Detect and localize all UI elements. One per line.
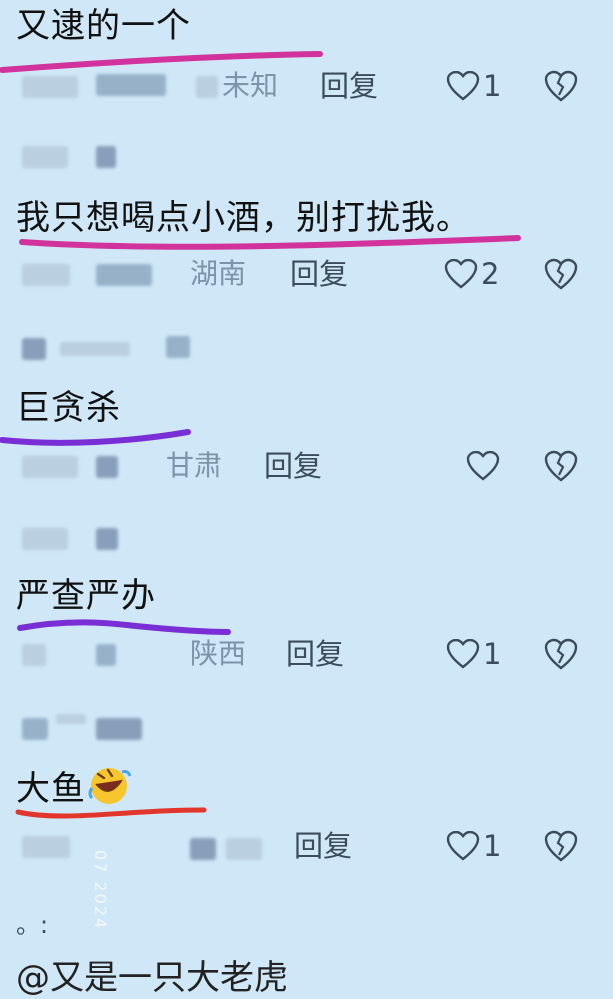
comment-text: 巨贪杀	[16, 388, 121, 428]
next-comment-text: @又是一只大老虎	[16, 958, 288, 998]
blurred-subline	[96, 146, 116, 168]
blurred-username	[22, 76, 78, 98]
reply-button[interactable]: 回复	[264, 446, 322, 486]
blurred-username	[196, 76, 218, 98]
like-button[interactable]: 1	[446, 826, 501, 866]
heart-icon	[446, 831, 480, 861]
blurred-username	[22, 644, 46, 666]
blurred-username	[226, 838, 262, 860]
blurred-username	[96, 644, 116, 666]
blurred-username	[96, 74, 166, 96]
blurred-subline	[96, 718, 142, 740]
footer-dots: 。:	[16, 911, 49, 939]
reply-button[interactable]: 回复	[294, 826, 352, 866]
like-count: 1	[483, 829, 502, 863]
like-count: 1	[483, 637, 502, 671]
blurred-username	[190, 838, 216, 860]
blurred-username	[96, 264, 152, 286]
region-label: 陕西	[190, 637, 247, 670]
region-label: 甘肃	[166, 449, 223, 482]
like-button[interactable]: 1	[446, 634, 501, 674]
blurred-subline	[22, 338, 46, 360]
like-button[interactable]: 1	[446, 66, 501, 106]
broken-heart-icon[interactable]	[544, 637, 578, 671]
heart-icon	[444, 259, 478, 289]
blurred-subline	[60, 342, 130, 356]
heart-icon	[466, 451, 500, 481]
blurred-subline	[22, 718, 48, 740]
heart-icon	[446, 71, 480, 101]
comment-text: 又逮的一个	[16, 6, 191, 46]
broken-heart-icon[interactable]	[544, 449, 578, 483]
like-count: 2	[481, 257, 500, 291]
blurred-subline	[22, 146, 68, 168]
blurred-username	[22, 264, 70, 286]
broken-heart-icon[interactable]	[544, 257, 578, 291]
reply-button[interactable]: 回复	[286, 634, 344, 674]
region-label: 湖南	[190, 257, 247, 290]
blurred-subline	[22, 528, 68, 550]
like-button[interactable]	[466, 446, 503, 486]
blurred-username	[96, 456, 118, 478]
watermark: 07 2024	[91, 850, 110, 931]
blurred-subline	[166, 336, 190, 358]
blurred-username	[22, 456, 78, 478]
region-label: 未知	[222, 69, 279, 102]
highlight-stroke	[15, 807, 207, 819]
blurred-username	[22, 836, 70, 858]
blurred-subline	[96, 528, 118, 550]
reply-button[interactable]: 回复	[290, 254, 348, 294]
comment-text: 严查严办	[16, 576, 156, 616]
blurred-subline	[56, 714, 86, 724]
heart-icon	[446, 639, 480, 669]
broken-heart-icon[interactable]	[544, 829, 578, 863]
reply-button[interactable]: 回复	[320, 66, 378, 106]
broken-heart-icon[interactable]	[544, 69, 578, 103]
like-button[interactable]: 2	[444, 254, 499, 294]
like-count: 1	[483, 69, 502, 103]
